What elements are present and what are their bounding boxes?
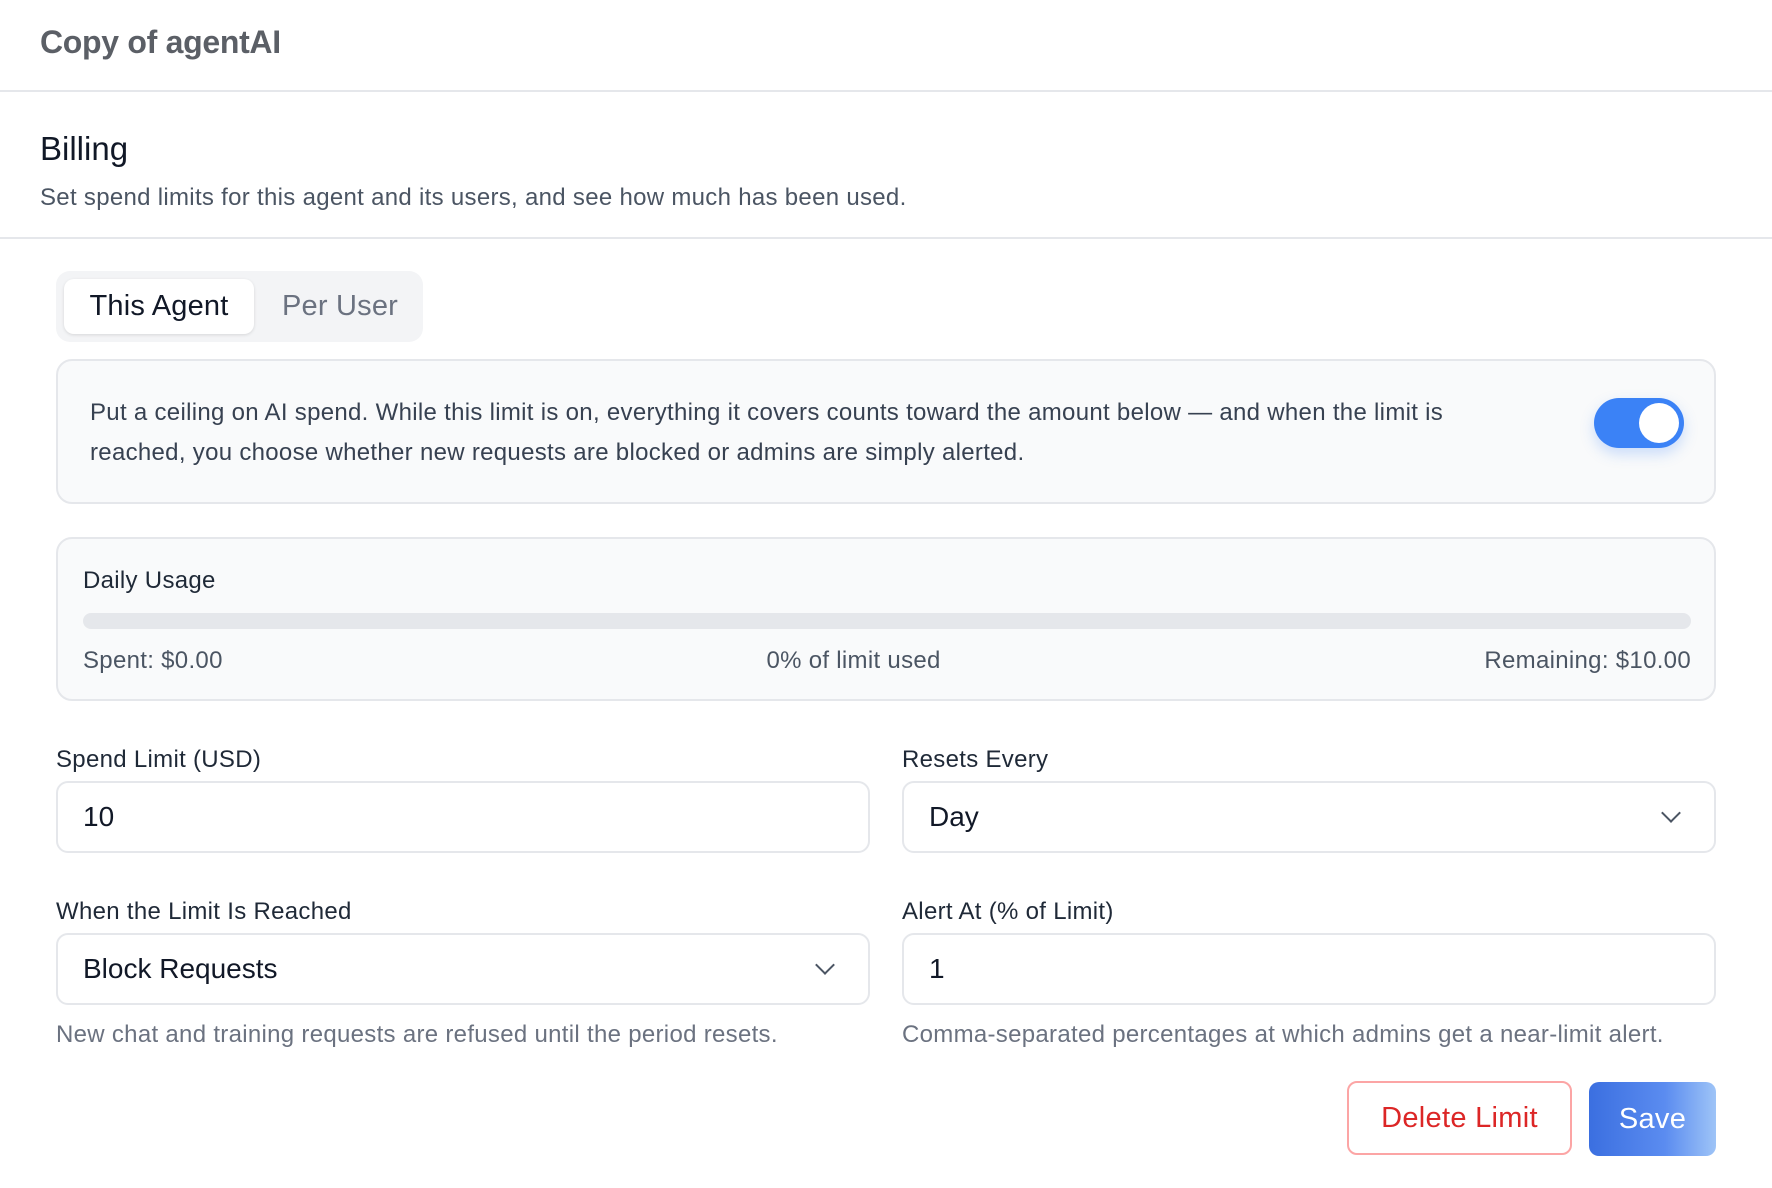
app-header: Copy of agentAI [0, 0, 1772, 92]
usage-title: Daily Usage [83, 567, 216, 594]
section-description: Set spend limits for this agent and its … [40, 184, 907, 211]
usage-spent: Spent: $0.00 [83, 647, 223, 674]
limit-info-card: Put a ceiling on AI spend. While this li… [56, 359, 1716, 504]
alert-at-input[interactable]: 1 [902, 933, 1716, 1005]
save-button[interactable]: Save [1589, 1082, 1716, 1156]
alert-at-label: Alert At (% of Limit) [902, 898, 1114, 925]
resets-every-value: Day [929, 801, 979, 832]
resets-every-select[interactable]: Day [902, 781, 1716, 853]
toggle-knob [1639, 403, 1679, 443]
spend-limit-label: Spend Limit (USD) [56, 746, 262, 773]
when-reached-value: Block Requests [83, 953, 278, 984]
scope-tabs: This Agent Per User [56, 271, 423, 342]
tab-this-agent[interactable]: This Agent [64, 279, 254, 334]
usage-progress-bar [83, 613, 1691, 629]
billing-header: Billing Set spend limits for this agent … [0, 92, 1772, 239]
alert-at-helper: Comma-separated percentages at which adm… [902, 1021, 1664, 1048]
spend-limit-input[interactable]: 10 [56, 781, 870, 853]
section-title: Billing [40, 130, 129, 167]
usage-card: Daily Usage Spent: $0.00 0% of limit use… [56, 537, 1716, 701]
chevron-down-icon [815, 955, 835, 975]
resets-every-label: Resets Every [902, 746, 1049, 773]
usage-remaining: Remaining: $10.00 [1484, 647, 1691, 674]
limit-enabled-toggle[interactable] [1594, 398, 1684, 448]
when-reached-select[interactable]: Block Requests [56, 933, 870, 1005]
app-title: Copy of agentAI [40, 24, 281, 60]
usage-percent: 0% of limit used [766, 647, 941, 674]
chevron-down-icon [1661, 803, 1681, 823]
when-reached-label: When the Limit Is Reached [56, 898, 352, 925]
delete-limit-button[interactable]: Delete Limit [1347, 1081, 1572, 1155]
limit-info-text: Put a ceiling on AI spend. While this li… [90, 399, 1444, 466]
when-reached-helper: New chat and training requests are refus… [56, 1021, 778, 1048]
tab-per-user[interactable]: Per User [268, 279, 412, 334]
usage-stats: Spent: $0.00 0% of limit used Remaining:… [83, 647, 1691, 675]
